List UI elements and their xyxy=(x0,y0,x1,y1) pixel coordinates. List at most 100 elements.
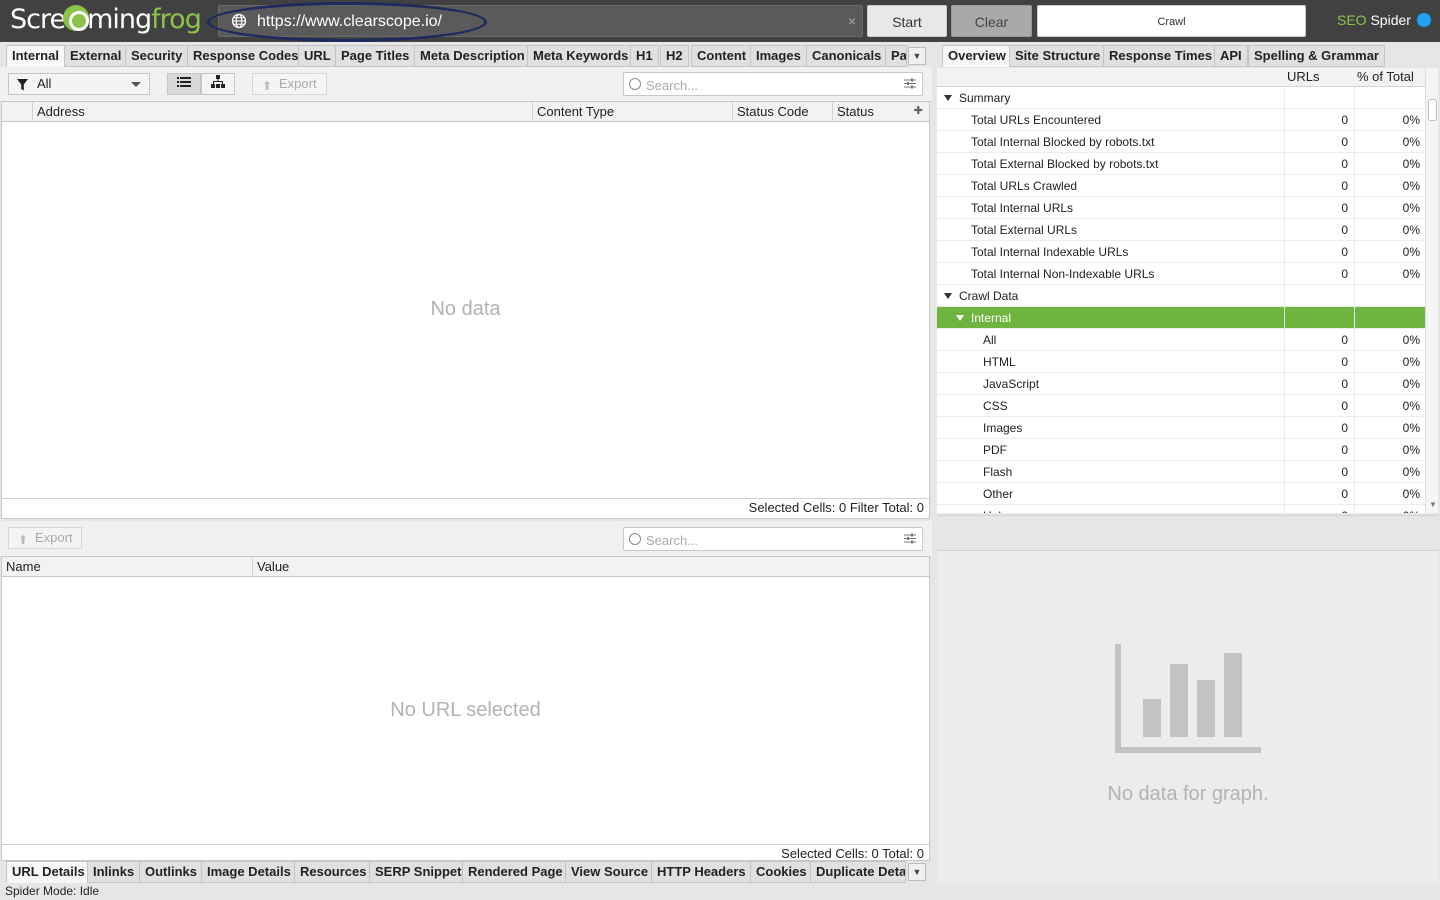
overview-row[interactable]: Total Internal Non-Indexable URLs 0 0% xyxy=(937,263,1425,285)
overview-row-urls: 0 xyxy=(1284,351,1354,373)
crawl-progress-button[interactable]: Crawl xyxy=(1037,5,1306,37)
tab-spelling-grammar[interactable]: Spelling & Grammar xyxy=(1248,45,1385,67)
overview-row-urls xyxy=(1284,285,1354,307)
scroll-down-icon[interactable]: ▼ xyxy=(1429,500,1437,509)
twitter-icon[interactable] xyxy=(1416,13,1431,27)
overview-row[interactable]: Total URLs Crawled 0 0% xyxy=(937,175,1425,197)
overview-row[interactable]: Internal xyxy=(937,307,1425,329)
column-urls[interactable]: URLs xyxy=(1287,68,1320,86)
column-value[interactable]: Value xyxy=(252,557,929,577)
overview-row-label: JavaScript xyxy=(983,377,1040,391)
search-icon xyxy=(629,533,641,545)
expand-triangle-icon[interactable] xyxy=(956,315,964,321)
overview-row[interactable]: All 0 0% xyxy=(937,329,1425,351)
overview-row[interactable]: Other 0 0% xyxy=(937,483,1425,505)
tab-outlinks[interactable]: Outlinks xyxy=(139,861,204,883)
overview-row[interactable]: Total URLs Encountered 0 0% xyxy=(937,109,1425,131)
lower-search-box[interactable] xyxy=(623,527,923,551)
expand-triangle-icon[interactable] xyxy=(944,95,952,101)
column-percent-of-total[interactable]: % of Total xyxy=(1357,68,1414,86)
clear-button[interactable]: Clear xyxy=(951,5,1032,37)
tab-canonicals[interactable]: Canonicals xyxy=(806,45,888,67)
filter-dropdown[interactable]: All xyxy=(8,73,150,95)
tab-duplicate-details[interactable]: Duplicate Detai xyxy=(810,861,906,883)
tab-pagination-truncated[interactable]: Pa xyxy=(885,45,907,67)
overview-row[interactable]: Crawl Data xyxy=(937,285,1425,307)
column-address[interactable]: Address xyxy=(32,102,536,122)
left-tab-strip: Internal External Security Response Code… xyxy=(6,45,930,67)
tree-view-button[interactable] xyxy=(201,73,235,95)
tab-meta-keywords[interactable]: Meta Keywords xyxy=(527,45,635,67)
url-input[interactable] xyxy=(257,11,837,33)
overview-row[interactable]: Flash 0 0% xyxy=(937,461,1425,483)
overview-row[interactable]: Unknown 00% xyxy=(937,505,1425,513)
filter-settings-icon[interactable] xyxy=(904,533,916,547)
overview-row[interactable]: HTML 0 0% xyxy=(937,351,1425,373)
search-icon xyxy=(629,78,641,90)
screaming-frog-logo: Scre mingfrog xyxy=(10,4,202,35)
lower-export-button[interactable]: ⬆ Export xyxy=(8,527,82,549)
overview-row-percent: 0% xyxy=(1354,395,1424,417)
overview-row[interactable]: Total Internal Blocked by robots.txt 0 0% xyxy=(937,131,1425,153)
tab-images[interactable]: Images xyxy=(750,45,807,67)
top-search-box[interactable] xyxy=(623,72,923,96)
no-graph-data-message: No data for graph. xyxy=(1107,783,1269,805)
overview-row[interactable]: Total External Blocked by robots.txt 0 0% xyxy=(937,153,1425,175)
search-input[interactable] xyxy=(646,76,896,94)
overview-row[interactable]: Summary xyxy=(937,87,1425,109)
overview-row[interactable]: Total Internal URLs 0 0% xyxy=(937,197,1425,219)
overview-row-label: HTML xyxy=(983,355,1016,369)
overview-row[interactable]: PDF 0 0% xyxy=(937,439,1425,461)
overview-row[interactable]: JavaScript 0 0% xyxy=(937,373,1425,395)
add-column-icon[interactable]: ✚ xyxy=(914,104,923,117)
column-status[interactable]: Status xyxy=(832,102,912,122)
tab-meta-description[interactable]: Meta Description xyxy=(414,45,531,67)
tab-site-structure[interactable]: Site Structure xyxy=(1009,45,1107,67)
tab-serp-snippet[interactable]: SERP Snippet xyxy=(369,861,468,883)
overview-row-label: Total Internal URLs xyxy=(971,201,1074,215)
tab-cookies[interactable]: Cookies xyxy=(750,861,813,883)
tab-overview[interactable]: Overview xyxy=(942,45,1012,67)
tab-url-details[interactable]: URL Details xyxy=(6,861,91,883)
column-status-code[interactable]: Status Code xyxy=(732,102,832,122)
tab-api[interactable]: API xyxy=(1214,45,1248,67)
column-content-type[interactable]: Content Type xyxy=(532,102,732,122)
filter-settings-icon[interactable] xyxy=(904,78,916,92)
tab-response-codes[interactable]: Response Codes xyxy=(187,45,305,67)
bottom-tab-strip: URL Details Inlinks Outlinks Image Detai… xyxy=(6,861,930,883)
list-view-button[interactable] xyxy=(167,73,201,95)
tab-h2[interactable]: H2 xyxy=(660,45,689,67)
start-button[interactable]: Start xyxy=(867,5,947,37)
lower-search-input[interactable] xyxy=(646,531,896,549)
tab-security[interactable]: Security xyxy=(125,45,189,67)
tab-overflow-dropdown[interactable]: ▼ xyxy=(908,47,926,65)
tab-external[interactable]: External xyxy=(64,45,128,67)
tab-image-details[interactable]: Image Details xyxy=(201,861,297,883)
scrollbar-thumb[interactable] xyxy=(1428,99,1437,121)
overview-row[interactable]: Total External URLs 0 0% xyxy=(937,219,1425,241)
no-data-message: No data xyxy=(430,298,501,320)
column-name[interactable]: Name xyxy=(2,557,252,577)
bottom-tab-overflow-dropdown[interactable]: ▼ xyxy=(908,863,926,881)
tab-rendered-page[interactable]: Rendered Page xyxy=(462,861,569,883)
tab-response-times[interactable]: Response Times xyxy=(1103,45,1219,67)
expand-triangle-icon[interactable] xyxy=(944,293,952,299)
overview-row-label: Summary xyxy=(959,91,1011,105)
tab-h1[interactable]: H1 xyxy=(630,45,659,67)
clear-url-icon[interactable]: × xyxy=(848,13,856,29)
tab-view-source[interactable]: View Source xyxy=(565,861,655,883)
tab-content[interactable]: Content xyxy=(691,45,753,67)
overview-row[interactable]: Images 0 0% xyxy=(937,417,1425,439)
tab-inlinks[interactable]: Inlinks xyxy=(87,861,141,883)
overview-row[interactable]: CSS 0 0% xyxy=(937,395,1425,417)
overview-scrollbar[interactable]: ▼ xyxy=(1425,68,1438,513)
tab-url[interactable]: URL xyxy=(298,45,337,67)
export-button[interactable]: ⬆ Export xyxy=(252,73,327,95)
tab-http-headers[interactable]: HTTP Headers xyxy=(651,861,752,883)
tab-resources[interactable]: Resources xyxy=(294,861,373,883)
overview-row[interactable]: Total Internal Indexable URLs 0 0% xyxy=(937,241,1425,263)
tab-internal[interactable]: Internal xyxy=(6,45,65,67)
overview-row-percent: 0% xyxy=(1354,219,1424,241)
seo-spider-brand: SEO Spider xyxy=(1337,12,1431,28)
tab-page-titles[interactable]: Page Titles xyxy=(335,45,416,67)
